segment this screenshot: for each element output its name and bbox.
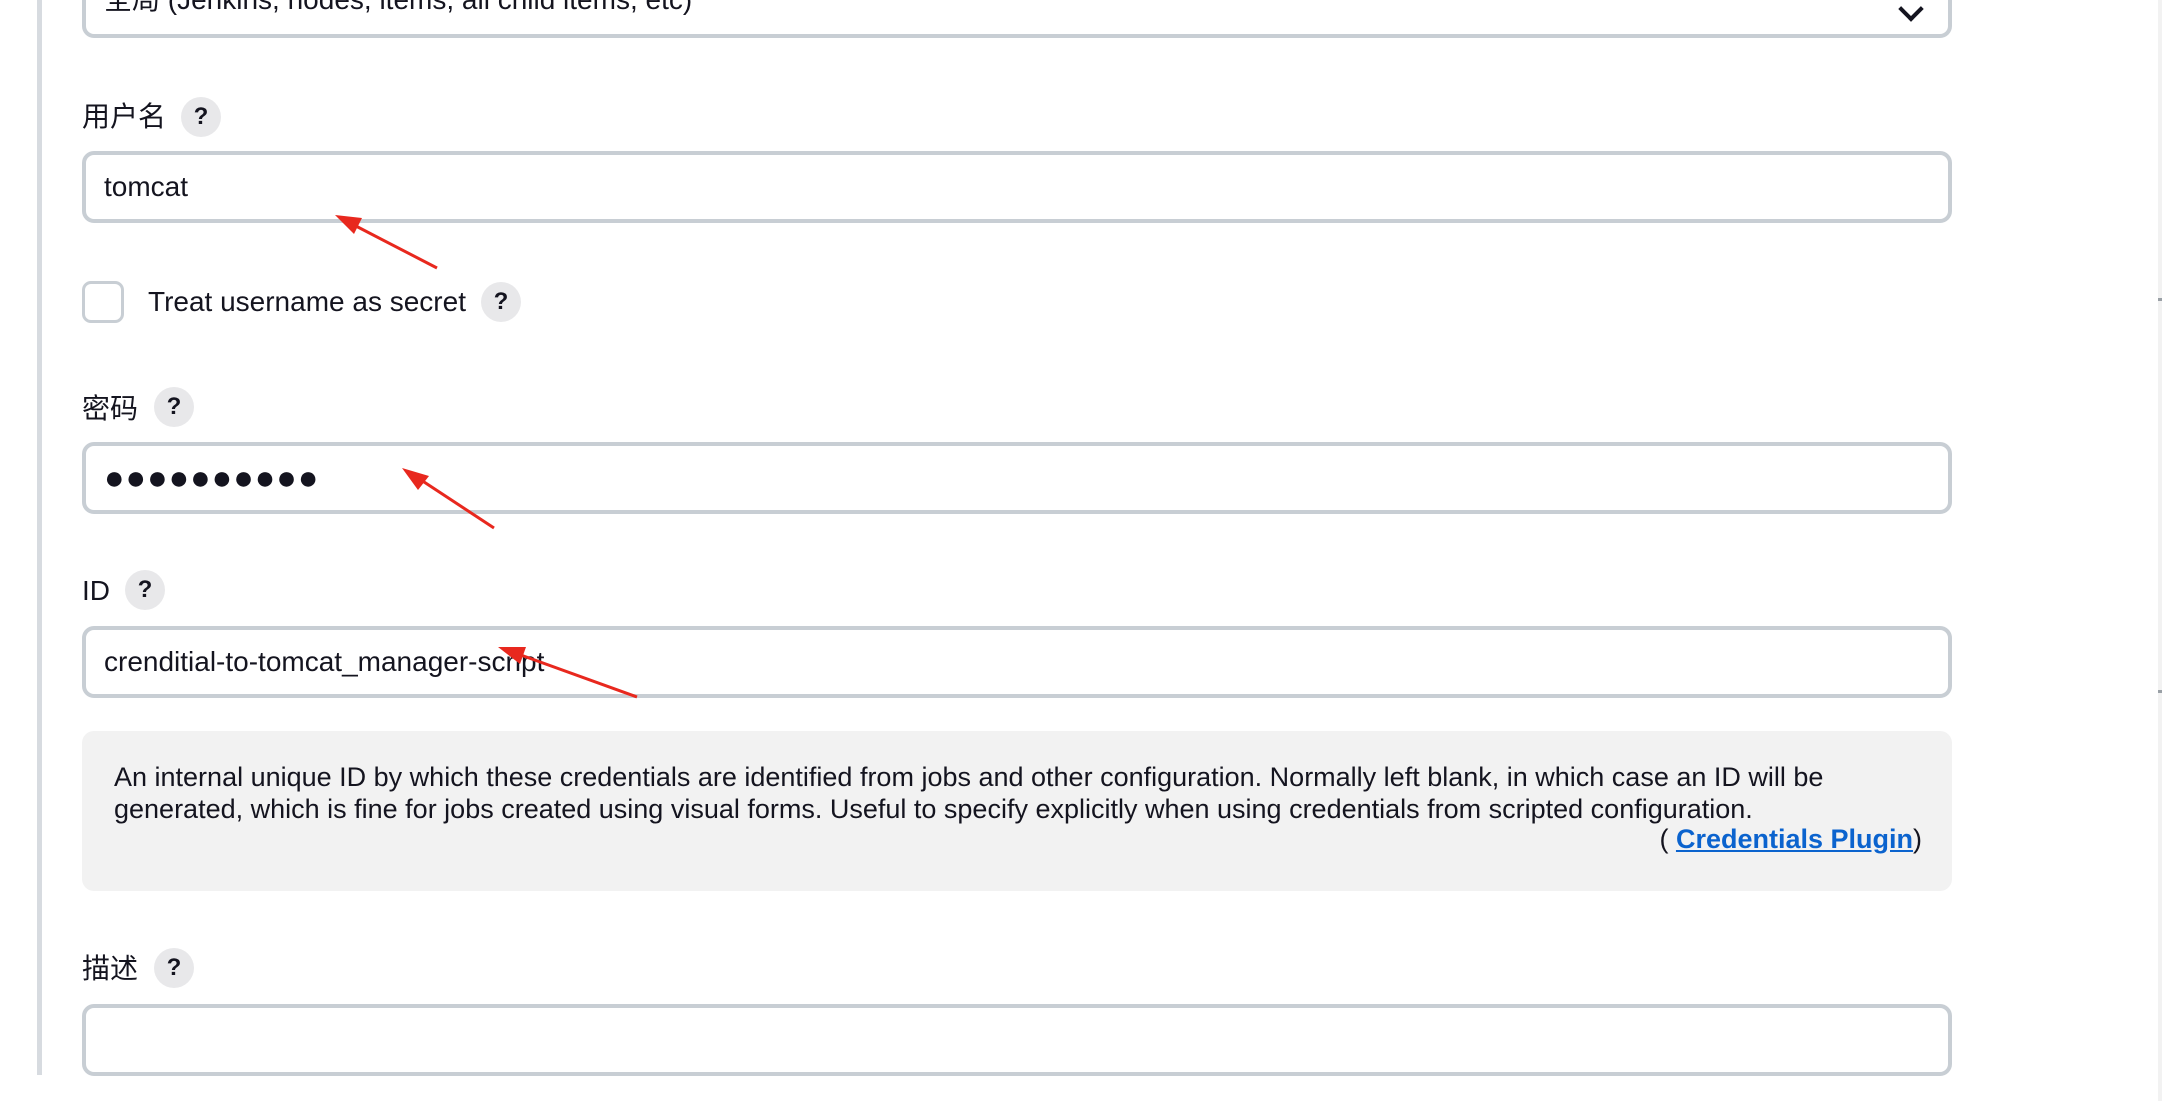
chevron-down-icon	[1898, 0, 1924, 22]
section-left-border	[37, 0, 42, 1075]
username-input-value: tomcat	[104, 171, 189, 202]
help-icon-description[interactable]: ?	[154, 948, 194, 988]
id-help-text: An internal unique ID by which these cre…	[114, 762, 1824, 824]
id-label: ID	[82, 575, 110, 606]
plugin-ref-open: (	[1659, 824, 1676, 854]
scrollbar-tick	[2158, 690, 2162, 693]
id-input-value: crenditial-to-tomcat_manager-script	[104, 646, 545, 677]
password-input[interactable]: ●●●●●●●●●●	[82, 442, 1952, 514]
description-input[interactable]	[82, 1004, 1952, 1076]
help-icon-username[interactable]: ?	[181, 97, 221, 137]
scrollbar-tick	[2158, 298, 2162, 301]
treat-username-secret-checkbox[interactable]	[82, 281, 124, 323]
plugin-reference: ( Credentials Plugin)	[1659, 823, 1922, 855]
treat-username-secret-label[interactable]: Treat username as secret	[148, 281, 466, 323]
scope-select[interactable]: 全局 (Jenkins, nodes, items, all child ite…	[82, 0, 1952, 38]
password-label: 密码	[82, 393, 139, 424]
help-icon-id[interactable]: ?	[125, 570, 165, 610]
credentials-plugin-link[interactable]: Credentials Plugin	[1676, 824, 1913, 854]
help-icon-treat-username-secret[interactable]: ?	[481, 282, 521, 322]
id-help-panel: An internal unique ID by which these cre…	[82, 731, 1952, 891]
username-input[interactable]: tomcat	[82, 151, 1952, 223]
plugin-ref-close: )	[1913, 824, 1922, 854]
window-right-scrollbar[interactable]	[2158, 0, 2162, 1101]
credentials-form-page: 全局 (Jenkins, nodes, items, all child ite…	[0, 0, 2162, 1101]
username-label: 用户名	[82, 101, 167, 132]
help-icon-password[interactable]: ?	[154, 387, 194, 427]
description-label: 描述	[82, 953, 139, 984]
id-input[interactable]: crenditial-to-tomcat_manager-script	[82, 626, 1952, 698]
password-input-value: ●●●●●●●●●●	[104, 459, 320, 497]
scope-select-value: 全局 (Jenkins, nodes, items, all child ite…	[104, 0, 692, 32]
